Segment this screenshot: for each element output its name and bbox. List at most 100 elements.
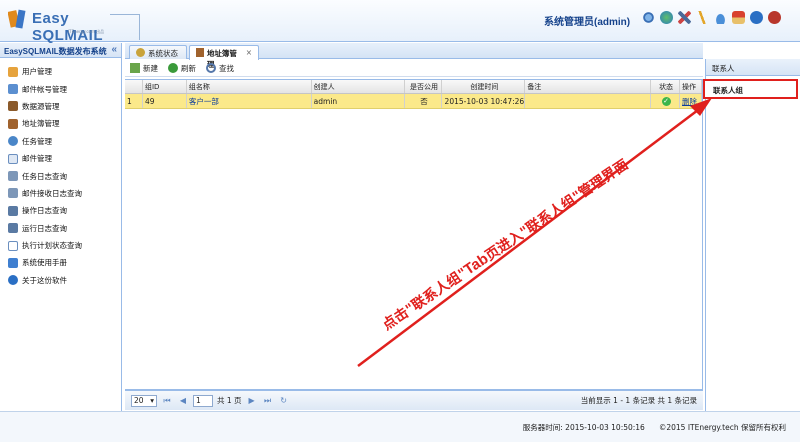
copyright: ©2015 ITEnergy.tech 保留所有权利 (658, 422, 786, 432)
sidebar-item-label: 邮件接收日志查询 (22, 188, 82, 198)
schedule-icon (8, 240, 18, 251)
dropdown-arrow-icon: ▾ (150, 396, 154, 405)
sidebar-item-label: 运行日志查询 (22, 223, 67, 233)
reload-icon[interactable]: ↻ (278, 396, 290, 405)
contact-panel-title: 联系人 (706, 59, 800, 76)
power-icon[interactable] (768, 11, 781, 24)
sidebar-item-task-logs[interactable]: 任务日志查询 (0, 167, 121, 184)
sidebar-item-manual[interactable]: 系统使用手册 (0, 254, 121, 271)
manual-icon (8, 257, 18, 268)
collapse-icon[interactable]: « (111, 44, 117, 55)
status-icon (136, 48, 145, 57)
address-book-icon (8, 118, 18, 129)
page-size-select[interactable]: 20 ▾ (131, 394, 157, 407)
col-creator[interactable]: 创建人 (312, 80, 405, 93)
page-number-input[interactable]: 1 (193, 394, 213, 407)
col-group-id[interactable]: 组ID (143, 80, 187, 93)
prev-page-icon[interactable]: ◀ (177, 396, 189, 405)
cell-status: ✓ (651, 94, 681, 108)
sidebar-item-label: 任务日志查询 (22, 171, 67, 181)
col-action: 操作 (680, 80, 703, 93)
font-icon[interactable] (696, 11, 709, 24)
col-status[interactable]: 状态 (651, 80, 681, 93)
sidebar-item-operation-logs[interactable]: 操作日志查询 (0, 202, 121, 219)
refresh-icon (168, 63, 178, 73)
contact-panel: 联系人 联系人组 (703, 59, 800, 411)
globe-icon[interactable] (660, 11, 673, 24)
sidebar-item-run-logs[interactable]: 运行日志查询 (0, 220, 121, 237)
row-number: 1 (125, 94, 143, 108)
tab-address-book[interactable]: 地址簿管理 × (189, 45, 259, 69)
cell-creator: admin (312, 94, 405, 108)
log-icon (8, 171, 18, 182)
last-page-icon[interactable]: ⏭ (262, 396, 274, 406)
table-row[interactable]: 1 49 客户一部 admin 否 2015-10-03 10:47:26 ✓ … (125, 94, 703, 109)
settings-gear-icon[interactable] (642, 11, 655, 24)
sidebar-item-datasources[interactable]: 数据源管理 (0, 98, 121, 115)
sidebar-item-label: 关于这份软件 (22, 275, 67, 285)
sidebar-item-receive-logs[interactable]: 邮件接收日志查询 (0, 185, 121, 202)
current-user[interactable]: 系统管理员(admin) (544, 13, 630, 28)
sidebar-item-schedule-status[interactable]: 执行计划状态查询 (0, 237, 121, 254)
grid-header: 组ID 组名称 创建人 是否公用 创建时间 备注 状态 操作 (125, 80, 703, 94)
address-book-icon (196, 48, 204, 57)
cell-group-id: 49 (143, 94, 187, 108)
group-grid: 组ID 组名称 创建人 是否公用 创建时间 备注 状态 操作 1 49 客户一部… (125, 79, 703, 390)
sidebar-item-label: 任务管理 (22, 136, 52, 146)
info-icon[interactable] (750, 11, 763, 24)
sidebar-item-mail[interactable]: 邮件管理 (0, 150, 121, 167)
sidebar-menu: 用户管理 邮件帐号管理 数据源管理 地址簿管理 任务管理 邮件管理 任务日志查询… (0, 58, 121, 289)
new-button[interactable]: 新建 (130, 63, 158, 74)
operation-log-icon (8, 205, 18, 216)
tab-system-status[interactable]: 系统状态 (129, 45, 187, 59)
logo-frame (110, 14, 140, 40)
cell-group-name: 客户一部 (187, 94, 312, 108)
sidebar: EasySQLMAIL数据发布系统 « 用户管理 邮件帐号管理 数据源管理 地址… (0, 43, 122, 411)
first-page-icon[interactable]: ⏮ (161, 396, 173, 406)
col-rownum (125, 80, 143, 93)
about-info-icon (8, 275, 18, 286)
record-count: 当前显示 1 - 1 条记录 共 1 条记录 (580, 396, 697, 405)
run-log-icon (8, 223, 18, 234)
col-group-name[interactable]: 组名称 (187, 80, 312, 93)
sidebar-item-users[interactable]: 用户管理 (0, 63, 121, 80)
database-icon (8, 101, 18, 112)
tools-icon[interactable] (678, 11, 691, 24)
app-logo: Easy SQLMAIL ITEnergy.com 出品 (6, 6, 140, 44)
sidebar-header: EasySQLMAIL数据发布系统 « (0, 43, 121, 58)
refresh-button[interactable]: 刷新 (168, 63, 196, 74)
sidebar-item-addressbook[interactable]: 地址簿管理 (0, 115, 121, 132)
toolbar: 新建 刷新 查找 (125, 60, 703, 77)
logo-mark-icon (8, 9, 26, 29)
mail-account-icon (8, 84, 18, 95)
sidebar-item-tasks[interactable]: 任务管理 (0, 133, 121, 150)
mail-icon (8, 153, 18, 164)
cloud-upload-icon[interactable] (714, 11, 727, 24)
tab-close-icon[interactable]: × (246, 48, 252, 60)
sidebar-item-mail-accounts[interactable]: 邮件帐号管理 (0, 80, 121, 97)
sidebar-item-about[interactable]: 关于这份软件 (0, 272, 121, 289)
search-label: 查找 (219, 63, 234, 73)
add-icon (130, 63, 140, 73)
cell-public: 否 (405, 94, 443, 108)
sidebar-item-label: 执行计划状态查询 (22, 241, 82, 251)
header-icon-bar (642, 11, 781, 24)
col-created-time[interactable]: 创建时间 (442, 80, 526, 93)
sidebar-item-label: 邮件管理 (22, 154, 52, 164)
sidebar-item-label: 数据源管理 (22, 101, 60, 111)
tab-bar: 系统状态 地址簿管理 × (125, 43, 703, 69)
cell-action: 删除 (680, 94, 703, 108)
tab-label: 地址簿管理 (206, 49, 237, 69)
server-time: 服务器时间: 2015-10-03 10:50:16 (522, 422, 645, 432)
delete-link[interactable]: 删除 (682, 96, 697, 107)
pagination-bar: 20 ▾ ⏮ ◀ 1 共 1 页 ▶ ⏭ ↻ 当前显示 1 - 1 条记录 共 1… (125, 390, 703, 410)
next-page-icon[interactable]: ▶ (246, 396, 258, 405)
home-icon[interactable] (732, 11, 745, 24)
col-note[interactable]: 备注 (525, 80, 652, 93)
search-button[interactable]: 查找 (206, 63, 234, 74)
cell-note (525, 94, 652, 108)
col-public[interactable]: 是否公用 (405, 80, 443, 93)
tab-label: 系统状态 (148, 49, 178, 58)
contact-group-tab[interactable]: 联系人组 (703, 79, 798, 99)
receive-log-icon (8, 188, 18, 199)
